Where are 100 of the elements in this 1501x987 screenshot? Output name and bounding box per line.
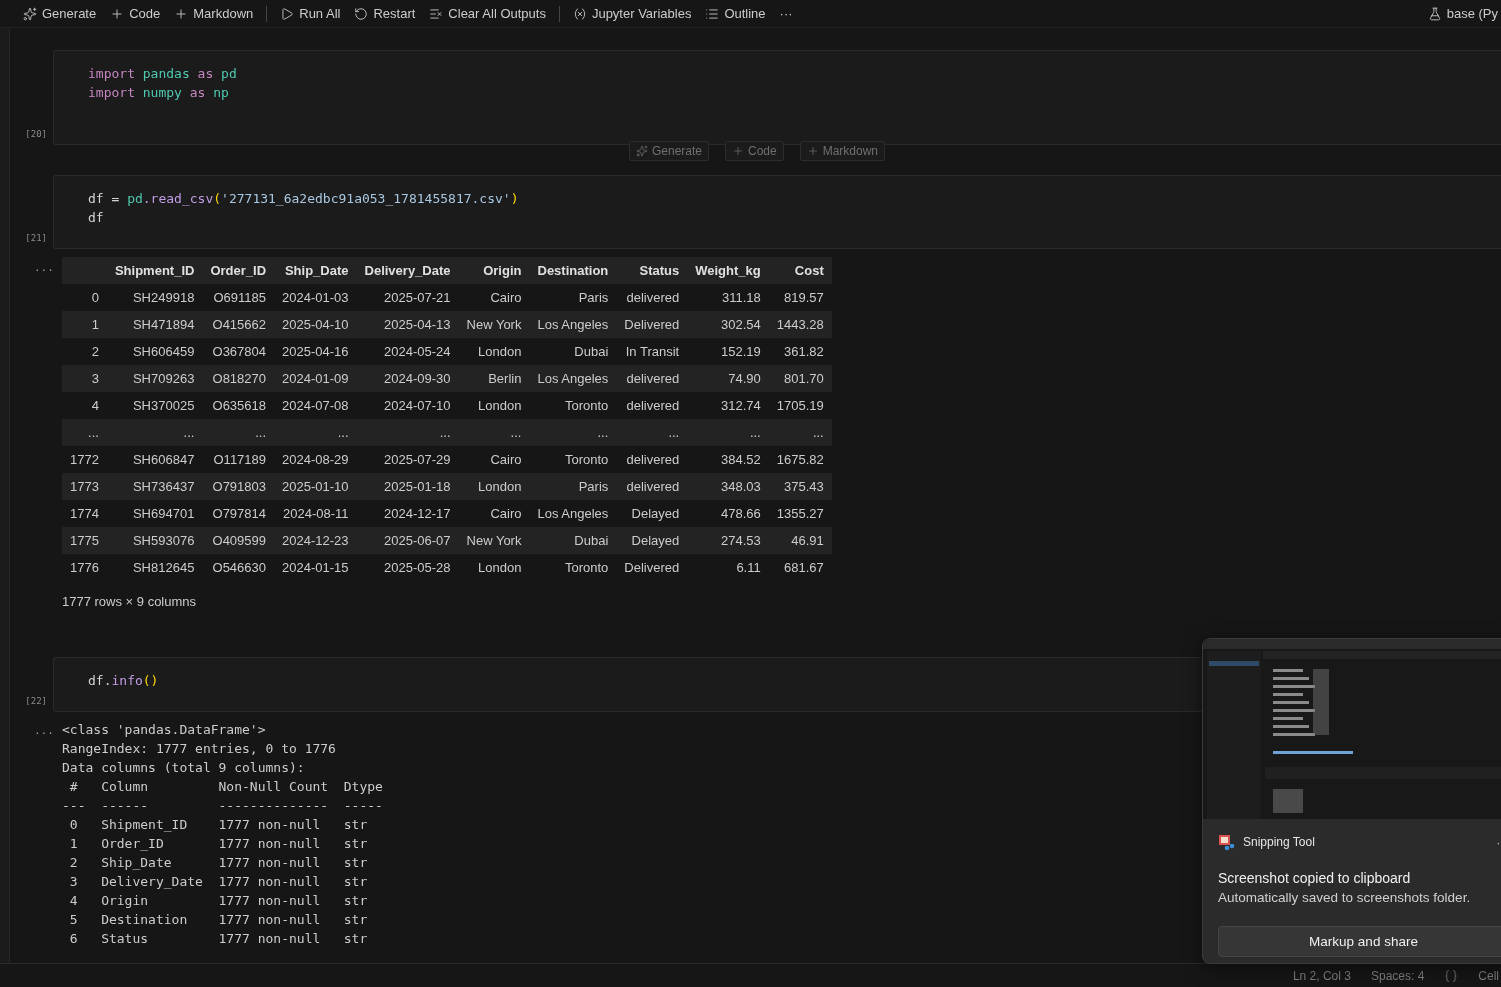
toolbar-button[interactable]: Outline <box>700 4 771 23</box>
table-cell-text: 1675.82 <box>775 451 825 469</box>
toolbar-button[interactable]: Generate <box>18 4 102 23</box>
table-cell-text: 1705.19 <box>775 397 825 415</box>
table-cell-text: 311.18 <box>720 289 762 307</box>
table-cell-text: Delayed <box>630 505 681 523</box>
braces-icon[interactable] <box>1444 968 1459 983</box>
column-header: Shipment_ID <box>113 262 196 280</box>
table-cell-text: ... <box>336 424 350 442</box>
column-header: Origin <box>482 262 523 280</box>
output-line: 6 Status 1777 non-null str <box>68 930 368 948</box>
cursor-position[interactable]: Ln 2, Col 3 <box>1292 968 1351 983</box>
plus-icon <box>174 6 189 21</box>
toolbar-button[interactable]: Restart <box>349 4 421 23</box>
table-cell-text: 2024-07-10 <box>383 397 452 415</box>
table-cell-text: 74.90 <box>727 370 762 388</box>
output-line: <class 'pandas.DataFrame'> <box>62 721 266 739</box>
table-cell-text: Delivered <box>623 559 681 577</box>
table-cell-text: Berlin <box>487 370 523 388</box>
table-cell-text: O797814 <box>211 505 268 523</box>
table-cell-text: 46.91 <box>790 532 825 550</box>
insert-cell-button[interactable]: Markdown <box>799 141 886 161</box>
output-menu[interactable]: ... <box>10 259 54 274</box>
row-index: ... <box>87 424 100 442</box>
table-cell-text: 2025-04-16 <box>281 343 350 361</box>
table-cell-text: Delivered <box>623 316 681 334</box>
output-line: 5 Destination 1777 non-null str <box>68 911 368 929</box>
plus-icon <box>732 145 744 157</box>
table-cell-text: Dubai <box>573 532 610 550</box>
table-summary: 1777 rows × 9 columns <box>62 594 197 609</box>
table-cell-text: 819.57 <box>782 289 825 307</box>
table-cell-text: 348.03 <box>719 478 762 496</box>
table-cell-text: SH249918 <box>131 289 196 307</box>
code-cell[interactable]: df = pd.read_csv('277131_6a2edbc91a053_1781455817.csv') df <box>53 175 1501 249</box>
table-cell-text: Delayed <box>630 532 681 550</box>
table-cell-text: SH709263 <box>131 370 196 388</box>
table-cell-text: SH812645 <box>131 559 196 577</box>
column-header: Status <box>638 262 681 280</box>
output-line: --- ------ -------------- ----- <box>62 797 383 815</box>
table-cell-text: delivered <box>625 289 681 307</box>
indentation[interactable]: Spaces: 4 <box>1370 968 1425 983</box>
table-cell-text: New York <box>465 532 523 550</box>
table-cell-text: In Transit <box>624 343 681 361</box>
execution-count: [20] <box>25 129 47 139</box>
output-line: 0 Shipment_ID 1777 non-null str <box>68 816 368 834</box>
execution-count: [21] <box>25 233 47 243</box>
plus-icon <box>806 145 819 157</box>
table-cell-text: 361.82 <box>782 343 825 361</box>
table-cell-text: Cairo <box>489 505 523 523</box>
table-cell-text: ... <box>182 424 196 442</box>
table-cell-text: 2024-12-17 <box>383 505 452 523</box>
table-cell-text: ... <box>667 424 681 442</box>
list-icon <box>705 6 720 21</box>
table-cell-text: delivered <box>625 478 681 496</box>
table-cell-text: ... <box>811 424 825 442</box>
table-cell-text: O635618 <box>211 397 268 415</box>
table-cell-text: 1355.27 <box>775 505 825 523</box>
more-button[interactable]: ·· <box>1496 834 1501 850</box>
code-line: df <box>88 209 104 227</box>
more-button[interactable]: ··· <box>774 4 798 23</box>
table-cell-text: delivered <box>625 451 681 469</box>
code-cell[interactable]: import pandas as pd import numpy as np <box>53 50 1501 145</box>
column-header: Destination <box>536 262 610 280</box>
table-cell-text: 2024-09-30 <box>383 370 452 388</box>
output-line: 2 Ship_Date 1777 non-null str <box>68 854 368 872</box>
table-cell-text: ... <box>254 424 268 442</box>
table-cell-text: 6.11 <box>735 559 762 577</box>
cell-status[interactable]: Cell <box>1478 968 1499 983</box>
output-menu[interactable]: ... <box>10 722 54 737</box>
table-cell-text: Toronto <box>563 397 610 415</box>
table-cell-text: London <box>477 343 523 361</box>
table-cell-text: Los Angeles <box>536 505 610 523</box>
column-header: Ship_Date <box>283 262 350 280</box>
table-cell-text: 2024-08-11 <box>282 505 350 523</box>
table-cell-text: ... <box>596 424 610 442</box>
column-header: Order_ID <box>209 262 268 280</box>
toolbar-button[interactable]: Jupyter Variables <box>567 4 697 23</box>
row-index: 1775 <box>69 532 100 550</box>
markup-button[interactable]: Markup and share <box>1218 926 1501 957</box>
table-cell-text: New York <box>465 316 523 334</box>
output-line: 4 Origin 1777 non-null str <box>68 892 368 910</box>
table-cell-text: 2024-01-09 <box>281 370 350 388</box>
table-cell-text: O691185 <box>212 289 268 307</box>
kernel-picker[interactable]: base (Py <box>1422 4 1501 23</box>
table-cell-text: 2024-05-24 <box>383 343 452 361</box>
table-cell-text: 2024-01-03 <box>281 289 350 307</box>
table-cell-text: 478.66 <box>719 505 762 523</box>
toolbar-button[interactable]: Code <box>105 4 166 23</box>
table-cell-text: London <box>477 559 523 577</box>
row-index: 3 <box>90 370 100 388</box>
variable-icon <box>572 6 587 21</box>
insert-cell-button[interactable]: Generate <box>628 141 709 161</box>
column-header: Weight_kg <box>694 262 762 280</box>
notification-text: Automatically saved to screenshots folder. <box>1218 890 1471 905</box>
toolbar-button[interactable]: Markdown <box>169 4 259 23</box>
toolbar-button[interactable]: Run All <box>275 4 346 23</box>
toolbar-button[interactable]: Clear All Outputs <box>424 4 551 23</box>
sparkle-icon <box>635 145 648 157</box>
row-index: 1 <box>90 316 100 334</box>
table-cell-text: Paris <box>577 478 610 496</box>
